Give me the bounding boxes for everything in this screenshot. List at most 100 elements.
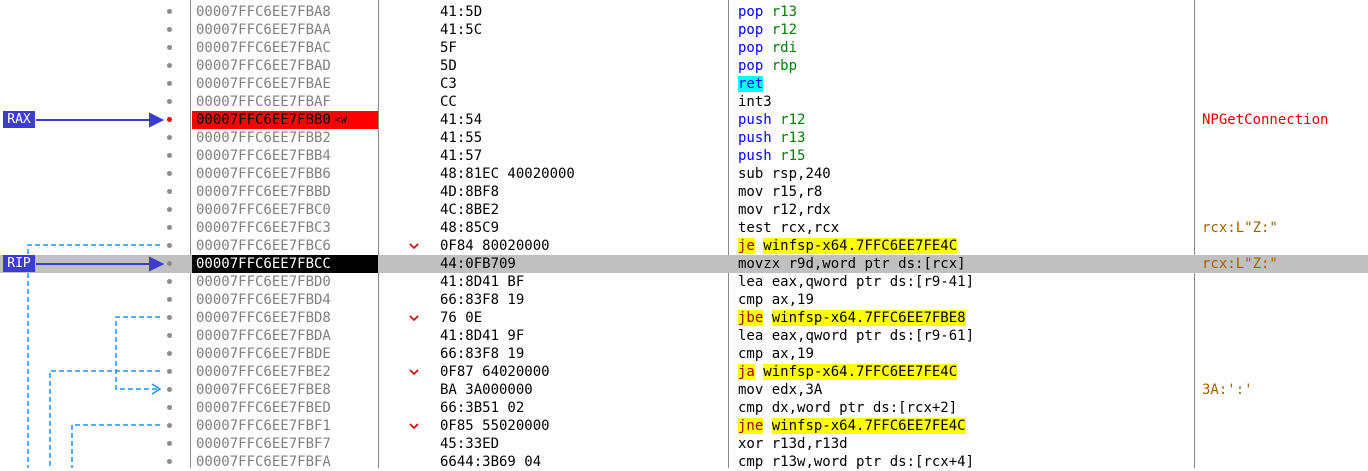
instruction-cell[interactable]: mov r12,rdx (738, 201, 831, 219)
address-cell[interactable]: 00007FFC6EE7FBD4 (192, 291, 378, 309)
instruction-cell[interactable]: mov r15,r8 (738, 183, 822, 201)
bytes-cell[interactable]: 66:83F8 19 (440, 345, 524, 363)
disasm-row[interactable]: 00007FFC6EE7FBA8 41:5D pop r13 (0, 3, 1368, 21)
disasm-row[interactable]: 00007FFC6EE7FBAF CC int3 (0, 93, 1368, 111)
instruction-cell[interactable]: pop rdi (738, 39, 797, 57)
bytes-cell[interactable]: 66:83F8 19 (440, 291, 524, 309)
address-cell[interactable]: 00007FFC6EE7FBC3 (192, 219, 378, 237)
bytes-cell[interactable]: 41:54 (440, 111, 482, 129)
bytes-cell[interactable]: 4C:8BE2 (440, 201, 499, 219)
instruction-cell[interactable]: cmp r13w,word ptr ds:[rcx+4] (738, 453, 974, 471)
address-cell[interactable]: 00007FFC6EE7FBDA (192, 327, 378, 345)
disasm-row[interactable]: 00007FFC6EE7FBC6 0F84 80020000 je winfsp-x… (0, 237, 1368, 255)
instruction-cell[interactable]: int3 (738, 93, 772, 111)
disasm-row[interactable]: 00007FFC6EE7FBB2 41:55 push r13 (0, 129, 1368, 147)
address-cell[interactable]: 00007FFC6EE7FBDE (192, 345, 378, 363)
address-cell[interactable]: 00007FFC6EE7FBAD (192, 57, 378, 75)
bytes-cell[interactable]: 5F (440, 39, 457, 57)
disasm-row[interactable]: 00007FFC6EE7FBDE 66:83F8 19 cmp ax,19 (0, 345, 1368, 363)
address-cell[interactable]: 00007FFC6EE7FBAF (192, 93, 378, 111)
disasm-row[interactable]: 00007FFC6EE7FBCC 44:0FB709 movzx r9d,word … (0, 255, 1368, 273)
disasm-row[interactable]: 00007FFC6EE7FBAC 5F pop rdi (0, 39, 1368, 57)
address-cell[interactable]: 00007FFC6EE7FBFA (192, 453, 378, 471)
bytes-cell[interactable]: 0F85 55020000 (440, 417, 550, 435)
instruction-cell[interactable]: xor r13d,r13d (738, 435, 848, 453)
bytes-cell[interactable]: 41:5D (440, 3, 482, 21)
disasm-row[interactable]: 00007FFC6EE7FBDA 41:8D41 9F lea eax,qword … (0, 327, 1368, 345)
address-cell[interactable]: 00007FFC6EE7FBBD (192, 183, 378, 201)
address-cell[interactable]: 00007FFC6EE7FBB6 (192, 165, 378, 183)
instruction-cell[interactable]: lea eax,qword ptr ds:[r9-41] (738, 273, 974, 291)
instruction-cell[interactable]: push r13 (738, 129, 805, 147)
address-cell[interactable]: 00007FFC6EE7FBE2 (192, 363, 378, 381)
instruction-cell[interactable]: sub rsp,240 (738, 165, 831, 183)
address-cell[interactable]: 00007FFC6EE7FBAC (192, 39, 378, 57)
address-cell[interactable]: 00007FFC6EE7FBD0 (192, 273, 378, 291)
disasm-row[interactable]: 00007FFC6EE7FBAD 5D pop rbp (0, 57, 1368, 75)
address-cell[interactable]: 00007FFC6EE7FBE8 (192, 381, 378, 399)
address-cell[interactable]: 00007FFC6EE7FBD8 (192, 309, 378, 327)
instruction-cell[interactable]: cmp dx,word ptr ds:[rcx+2] (738, 399, 957, 417)
instruction-cell[interactable]: jne winfsp-x64.7FFC6EE7FE4C (738, 417, 966, 435)
bytes-cell[interactable]: 66:3B51 02 (440, 399, 524, 417)
instruction-cell[interactable]: push r15 (738, 147, 805, 165)
disasm-row[interactable]: 00007FFC6EE7FBAE C3 ret (0, 75, 1368, 93)
instruction-cell[interactable]: test rcx,rcx (738, 219, 839, 237)
disasm-row[interactable]: 00007FFC6EE7FBD0 41:8D41 BF lea eax,qword … (0, 273, 1368, 291)
instruction-cell[interactable]: jbe winfsp-x64.7FFC6EE7FBE8 (738, 309, 966, 327)
bytes-cell[interactable]: 4D:8BF8 (440, 183, 499, 201)
comment-cell[interactable]: NPGetConnection (1202, 111, 1328, 129)
instruction-cell[interactable]: cmp ax,19 (738, 345, 814, 363)
rax-register-label[interactable]: RAX (3, 111, 35, 128)
disasm-row[interactable]: 00007FFC6EE7FBF7 45:33ED xor r13d,r13d (0, 435, 1368, 453)
address-cell[interactable]: 00007FFC6EE7FBAA (192, 21, 378, 39)
bytes-cell[interactable]: CC (440, 93, 457, 111)
instruction-cell[interactable]: cmp ax,19 (738, 291, 814, 309)
instruction-cell[interactable]: je winfsp-x64.7FFC6EE7FE4C (738, 237, 958, 255)
bytes-cell[interactable]: 41:5C (440, 21, 482, 39)
bytes-cell[interactable]: 48:85C9 (440, 219, 499, 237)
bytes-cell[interactable]: 41:8D41 BF (440, 273, 524, 291)
bytes-cell[interactable]: C3 (440, 75, 457, 93)
instruction-cell[interactable]: lea eax,qword ptr ds:[r9-61] (738, 327, 974, 345)
bytes-cell[interactable]: 41:57 (440, 147, 482, 165)
address-cell[interactable]: 00007FFC6EE7FBC6 (192, 237, 378, 255)
address-cell[interactable]: 00007FFC6EE7FBB0 <W (192, 111, 378, 129)
address-cell[interactable]: 00007FFC6EE7FBF1 (192, 417, 378, 435)
bytes-cell[interactable]: 41:8D41 9F (440, 327, 524, 345)
bytes-cell[interactable]: 45:33ED (440, 435, 499, 453)
bytes-cell[interactable]: 5D (440, 57, 457, 75)
address-cell[interactable]: 00007FFC6EE7FBF7 (192, 435, 378, 453)
instruction-cell[interactable]: pop r13 (738, 3, 797, 21)
instruction-cell[interactable]: ja winfsp-x64.7FFC6EE7FE4C (738, 363, 958, 381)
address-cell[interactable]: 00007FFC6EE7FBAE (192, 75, 378, 93)
instruction-cell[interactable]: mov edx,3A (738, 381, 822, 399)
disasm-row[interactable]: 00007FFC6EE7FBE2 0F87 64020000 ja winfsp-x… (0, 363, 1368, 381)
rip-register-label[interactable]: RIP (3, 255, 35, 272)
address-cell[interactable]: 00007FFC6EE7FBCC (192, 255, 378, 273)
comment-cell[interactable]: rcx:L"Z:" (1202, 219, 1278, 237)
disasm-row[interactable]: 00007FFC6EE7FBB6 48:81EC 40020000 sub rsp,… (0, 165, 1368, 183)
disasm-row[interactable]: 00007FFC6EE7FBED 66:3B51 02 cmp dx,word pt… (0, 399, 1368, 417)
bytes-cell[interactable]: 48:81EC 40020000 (440, 165, 575, 183)
bytes-cell[interactable]: 44:0FB709 (440, 255, 516, 273)
bytes-cell[interactable]: 0F87 64020000 (440, 363, 550, 381)
instruction-cell[interactable]: ret (738, 75, 764, 93)
disasm-row[interactable]: 00007FFC6EE7FBF1 0F85 55020000 jne winfsp-… (0, 417, 1368, 435)
disasm-row[interactable]: 00007FFC6EE7FBD8 76 0E jbe winfsp-x64.7FFC… (0, 309, 1368, 327)
bytes-cell[interactable]: 76 0E (440, 309, 482, 327)
address-cell[interactable]: 00007FFC6EE7FBA8 (192, 3, 378, 21)
disasm-row[interactable]: 00007FFC6EE7FBB4 41:57 push r15 (0, 147, 1368, 165)
disasm-row[interactable]: 00007FFC6EE7FBFA 6644:3B69 04 cmp r13w,wor… (0, 453, 1368, 471)
instruction-cell[interactable]: movzx r9d,word ptr ds:[rcx] (738, 255, 966, 273)
bytes-cell[interactable]: BA 3A000000 (440, 381, 533, 399)
disasm-row[interactable]: 00007FFC6EE7FBBD 4D:8BF8 mov r15,r8 (0, 183, 1368, 201)
disasm-row[interactable]: 00007FFC6EE7FBD4 66:83F8 19 cmp ax,19 (0, 291, 1368, 309)
address-cell[interactable]: 00007FFC6EE7FBB2 (192, 129, 378, 147)
disasm-row[interactable]: 00007FFC6EE7FBC3 48:85C9 test rcx,rcx rcx:L… (0, 219, 1368, 237)
disasm-row[interactable]: 00007FFC6EE7FBAA 41:5C pop r12 (0, 21, 1368, 39)
instruction-cell[interactable]: push r12 (738, 111, 805, 129)
disasm-row[interactable]: 00007FFC6EE7FBC0 4C:8BE2 mov r12,rdx (0, 201, 1368, 219)
bytes-cell[interactable]: 6644:3B69 04 (440, 453, 541, 471)
address-cell[interactable]: 00007FFC6EE7FBB4 (192, 147, 378, 165)
